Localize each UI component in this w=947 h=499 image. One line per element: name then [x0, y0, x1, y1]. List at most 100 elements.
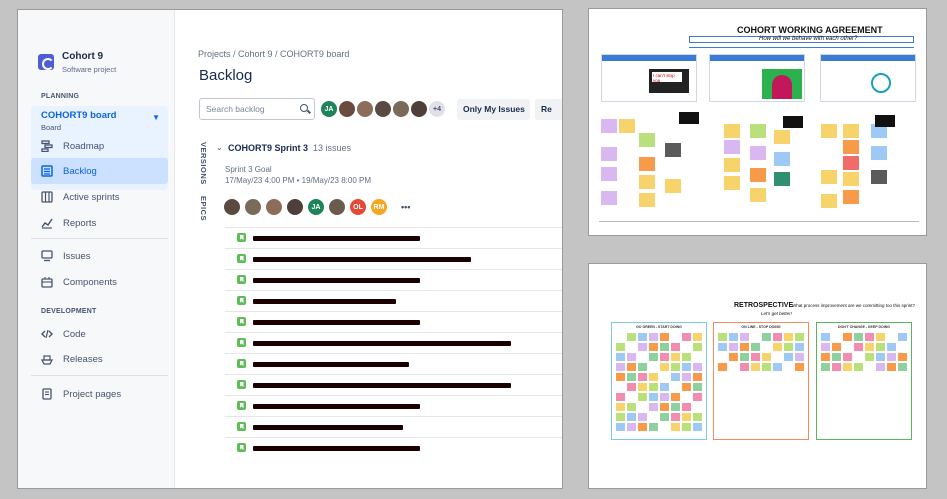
sticky-note	[682, 383, 691, 391]
video-thumbnail	[709, 54, 805, 102]
sticky-note	[865, 343, 874, 351]
issue-row[interactable]	[225, 269, 562, 290]
story-icon	[237, 443, 246, 452]
sticky-note	[843, 190, 859, 204]
search-placeholder: Search backlog	[206, 104, 265, 114]
sticky-note	[843, 156, 859, 170]
retro-column: ON LINE - STOP DOING	[713, 322, 809, 440]
sidebar-item-active-sprints[interactable]: Active sprints	[41, 187, 120, 207]
sticky-note	[601, 167, 617, 181]
issue-row[interactable]	[225, 311, 562, 332]
chevron-down-icon[interactable]: ▼	[152, 113, 160, 122]
tab-epics[interactable]: EPICS	[199, 196, 208, 221]
chevron-down-icon[interactable]: ⌄	[216, 143, 223, 152]
sticky-note	[773, 333, 782, 341]
sticky-note	[718, 363, 727, 371]
sticky-note	[682, 423, 691, 431]
sticky-note	[898, 333, 907, 341]
redacted-summary	[253, 341, 511, 346]
sticky-note	[660, 363, 669, 371]
redacted-summary	[253, 278, 420, 283]
sidebar-divider	[31, 238, 168, 239]
project-header[interactable]: Cohort 9 Software project	[38, 51, 116, 74]
breadcrumb[interactable]: Projects / Cohort 9 / COHORT9 board	[198, 49, 349, 59]
sticky-note	[854, 333, 863, 341]
retro-column-header: GO GREEN - START DOING	[636, 325, 682, 329]
sticky-note	[639, 193, 655, 207]
roadmap-icon	[41, 140, 53, 152]
issue-row[interactable]	[225, 227, 562, 248]
avatar[interactable]	[374, 100, 392, 118]
sticky-note	[843, 333, 852, 341]
sticky-note	[773, 363, 782, 371]
sidebar-item-label: Active sprints	[63, 191, 120, 203]
issue-row[interactable]	[225, 248, 562, 269]
avatar[interactable]	[338, 100, 356, 118]
sidebar-item-issues[interactable]: Issues	[41, 246, 90, 266]
issue-row[interactable]	[225, 332, 562, 353]
sticky-note	[649, 403, 658, 411]
avatar[interactable]	[328, 198, 346, 216]
project-logo-icon	[38, 54, 54, 70]
issue-row[interactable]	[225, 290, 562, 311]
sidebar-item-releases[interactable]: Releases	[41, 349, 103, 369]
prompt-card	[783, 116, 803, 128]
thumb-caption: I can't stop you	[652, 72, 682, 83]
board-label: Board	[41, 123, 62, 132]
floor-line	[599, 221, 919, 222]
sticky-note	[627, 403, 636, 411]
project-sidebar: Cohort 9 Software project PLANNING COHOR…	[18, 10, 175, 488]
sticky-note	[865, 333, 874, 341]
sticky-note	[638, 413, 647, 421]
avatar[interactable]: +4	[428, 100, 446, 118]
avatar[interactable]	[265, 198, 283, 216]
sidebar-item-project-pages[interactable]: Project pages	[41, 384, 121, 404]
recently-updated-button[interactable]: Re	[535, 99, 562, 120]
avatar[interactable]: JA	[320, 100, 338, 118]
avatar[interactable]	[410, 100, 428, 118]
sticky-note	[682, 333, 691, 341]
sidebar-item-roadmap[interactable]: Roadmap	[41, 136, 104, 156]
sticky-note	[750, 168, 766, 182]
sprint-header[interactable]: COHORT9 Sprint 3 13 issues	[228, 143, 351, 153]
issue-row[interactable]	[225, 437, 562, 458]
avatar[interactable]	[244, 198, 262, 216]
sticky-note	[616, 363, 625, 371]
avatar[interactable]	[223, 198, 241, 216]
sticky-note	[784, 333, 793, 341]
section-planning: PLANNING	[41, 93, 80, 100]
story-icon	[237, 359, 246, 368]
sidebar-item-backlog[interactable]: Backlog	[31, 158, 168, 184]
sticky-note	[693, 393, 702, 401]
story-icon	[237, 254, 246, 263]
sticky-note	[762, 363, 771, 371]
sidebar-item-components[interactable]: Components	[41, 272, 117, 292]
avatar[interactable]: JA	[307, 198, 325, 216]
releases-ship-icon	[41, 355, 53, 365]
avatar[interactable]	[286, 198, 304, 216]
tab-versions[interactable]: VERSIONS	[199, 142, 208, 185]
sticky-note	[627, 353, 636, 361]
sidebar-item-code[interactable]: Code	[41, 324, 86, 344]
avatar[interactable]	[356, 100, 374, 118]
search-input[interactable]: Search backlog	[199, 98, 315, 120]
sticky-note	[740, 333, 749, 341]
divider	[689, 47, 914, 48]
sidebar-item-label: Issues	[63, 250, 91, 262]
avatar[interactable]: RM	[370, 198, 388, 216]
more-icon[interactable]: •••	[401, 202, 410, 212]
issue-row[interactable]	[225, 395, 562, 416]
issue-row[interactable]	[225, 374, 562, 395]
avatar[interactable]	[392, 100, 410, 118]
issue-row[interactable]	[225, 416, 562, 437]
avatar[interactable]: OL	[349, 198, 367, 216]
only-my-issues-button[interactable]: Only My Issues	[457, 99, 530, 120]
issue-row[interactable]	[225, 353, 562, 374]
sticky-note	[660, 413, 669, 421]
sidebar-item-label: Releases	[63, 353, 103, 365]
sticky-note	[821, 194, 837, 208]
sidebar-item-reports[interactable]: Reports	[41, 213, 96, 233]
redacted-summary	[253, 446, 420, 451]
sticky-note	[649, 383, 658, 391]
sticky-note	[795, 353, 804, 361]
